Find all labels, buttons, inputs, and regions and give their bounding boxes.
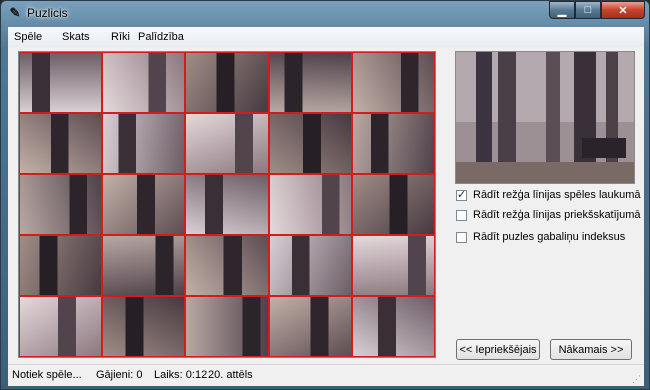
option-grid-board-label: Rādīt režģa līnijas spēles laukumā	[473, 189, 641, 201]
window-title: Puzlicis	[27, 6, 68, 20]
puzzle-piece[interactable]	[185, 296, 269, 357]
puzzle-piece[interactable]	[268, 235, 352, 296]
puzzle-app-icon: ✎	[9, 5, 21, 20]
puzzle-piece[interactable]	[268, 296, 352, 357]
minimize-icon: ▁	[557, 4, 567, 17]
maximize-button[interactable]: □	[575, 1, 601, 19]
checkbox-grid-preview[interactable]	[456, 209, 467, 221]
next-button[interactable]: Nākamais >>	[550, 339, 632, 360]
status-moves: Gājieni: 0	[96, 369, 143, 381]
previous-button[interactable]: << Iepriekšējais	[456, 339, 540, 360]
puzzle-piece[interactable]	[351, 52, 435, 113]
puzzle-piece[interactable]	[351, 174, 435, 235]
resize-grip-icon[interactable]: ⋰	[632, 374, 642, 384]
puzzle-piece[interactable]	[185, 174, 269, 235]
puzzle-piece[interactable]	[19, 296, 103, 357]
window-controls: ▁ □ ✕	[549, 1, 645, 19]
puzzle-piece[interactable]	[102, 174, 186, 235]
app-window: ✎ Puzlicis ▁ □ ✕ Spēle Skats Rīki Palīdz…	[0, 0, 650, 390]
menu-help[interactable]: Palīdzība	[138, 31, 184, 43]
puzzle-piece[interactable]	[351, 113, 435, 174]
puzzle-piece[interactable]	[19, 52, 103, 113]
client-area: Spēle Skats Rīki Palīdzība Rādīt re	[8, 27, 644, 386]
option-piece-indexes-label: Rādīt puzles gabaliņu indeksus	[473, 231, 626, 243]
preview-image	[455, 51, 635, 184]
preview-picture	[456, 52, 634, 183]
puzzle-piece[interactable]	[102, 235, 186, 296]
checkbox-piece-indexes[interactable]	[456, 231, 467, 243]
status-time: Laiks: 0:12	[154, 369, 208, 381]
checkbox-grid-board[interactable]	[456, 188, 467, 201]
close-button[interactable]: ✕	[601, 1, 645, 19]
puzzle-piece[interactable]	[19, 235, 103, 296]
close-icon: ✕	[618, 4, 628, 17]
puzzle-piece[interactable]	[185, 113, 269, 174]
puzzle-piece[interactable]	[19, 113, 103, 174]
status-state: Notiek spēle...	[12, 369, 82, 381]
option-grid-preview[interactable]: Rādīt režģa līnijas priekšskatījumā	[456, 209, 641, 221]
puzzle-piece[interactable]	[351, 235, 435, 296]
puzzle-piece[interactable]	[102, 52, 186, 113]
maximize-icon: □	[584, 4, 592, 16]
option-piece-indexes[interactable]: Rādīt puzles gabaliņu indeksus	[456, 231, 625, 243]
puzzle-piece[interactable]	[268, 174, 352, 235]
puzzle-piece[interactable]	[102, 296, 186, 357]
puzzle-piece[interactable]	[351, 296, 435, 357]
puzzle-piece[interactable]	[268, 113, 352, 174]
menu-view[interactable]: Skats	[62, 31, 90, 43]
option-grid-board[interactable]: Rādīt režģa līnijas spēles laukumā	[456, 188, 641, 201]
puzzle-piece[interactable]	[185, 235, 269, 296]
menu-bar: Spēle Skats Rīki Palīdzība	[8, 27, 644, 47]
minimize-button[interactable]: ▁	[549, 1, 575, 19]
menu-tools[interactable]: Rīki	[111, 31, 130, 43]
title-bar: ✎ Puzlicis ▁ □ ✕	[1, 1, 650, 25]
puzzle-board[interactable]	[18, 51, 436, 358]
status-image: 20. attēls	[208, 369, 253, 381]
status-bar: Notiek spēle... Gājieni: 0 Laiks: 0:12 2…	[8, 364, 644, 386]
menu-game[interactable]: Spēle	[14, 31, 42, 43]
option-grid-preview-label: Rādīt režģa līnijas priekšskatījumā	[473, 209, 641, 221]
puzzle-piece[interactable]	[102, 113, 186, 174]
puzzle-piece[interactable]	[185, 52, 269, 113]
puzzle-piece[interactable]	[19, 174, 103, 235]
puzzle-piece[interactable]	[268, 52, 352, 113]
